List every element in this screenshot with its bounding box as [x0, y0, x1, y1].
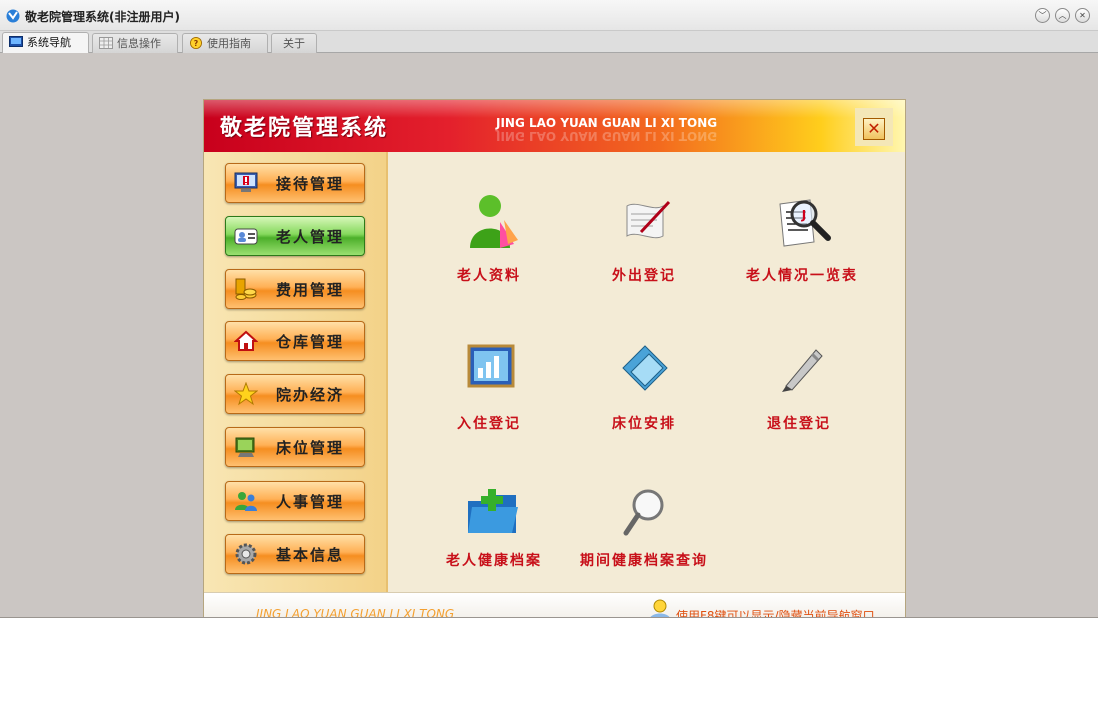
- window-title: 敬老院管理系统(非注册用户): [25, 10, 180, 24]
- navigation-panel: 敬老院管理系统 JING LAO YUAN GUAN LI XI TONG JI…: [203, 99, 906, 618]
- function-check-out[interactable]: 退住登记: [744, 342, 854, 437]
- pen-icon: [782, 349, 823, 392]
- function-label: 床位安排: [612, 416, 676, 432]
- sidebar-item-reception[interactable]: 接待管理: [225, 163, 365, 203]
- grid-icon: [99, 37, 113, 49]
- panel-close-button[interactable]: ✕: [855, 108, 893, 146]
- function-label: 老人情况一览表: [746, 268, 858, 284]
- chevron-up-icon: ︿: [1058, 11, 1067, 20]
- function-bed-arrangement[interactable]: 床位安排: [589, 342, 699, 437]
- sidebar-item-personnel[interactable]: 人事管理: [225, 481, 365, 521]
- tab-bar: 系统导航 信息操作 ? 使用指南 关于: [0, 31, 1098, 53]
- function-elder-overview[interactable]: J 老人情况一览表: [737, 192, 867, 287]
- search-icon: [623, 489, 664, 536]
- sidebar: 接待管理 老人管理 费用管理 仓库管理 院办经济 床位管理 人事管理 基本信息: [204, 152, 388, 592]
- minimize-button[interactable]: ﹀: [1035, 8, 1050, 23]
- function-health-records-query[interactable]: 期间健康档案查询: [574, 487, 714, 582]
- sidebar-item-label: 基本信息: [276, 546, 345, 564]
- function-check-in[interactable]: 入住登记: [434, 342, 544, 437]
- sidebar-item-label: 接待管理: [276, 175, 345, 193]
- sidebar-item-label: 院办经济: [276, 386, 345, 404]
- monitor-icon: [9, 36, 23, 47]
- tab-user-guide[interactable]: ? 使用指南: [182, 33, 268, 53]
- panel-header: 敬老院管理系统 JING LAO YUAN GUAN LI XI TONG JI…: [204, 100, 905, 152]
- reception-icon: [234, 172, 258, 192]
- cards-icon: [622, 345, 668, 391]
- app-window: 敬老院管理系统(非注册用户) ﹀ ︿ ✕ 系统导航 信息操作 ? 使用指南 关于…: [0, 0, 1098, 618]
- function-label: 老人健康档案: [446, 553, 542, 569]
- sidebar-item-label: 床位管理: [276, 439, 345, 457]
- assistant-icon: [650, 599, 670, 617]
- folder-add-icon: [468, 489, 518, 533]
- chevron-down-icon: ﹀: [1038, 11, 1047, 20]
- coins-icon: [235, 278, 257, 300]
- function-label: 入住登记: [457, 416, 521, 432]
- sidebar-item-fees[interactable]: 费用管理: [225, 269, 365, 309]
- close-icon: ✕: [863, 118, 885, 140]
- sidebar-item-economy[interactable]: 院办经济: [225, 374, 365, 414]
- sidebar-item-elder[interactable]: 老人管理: [225, 216, 365, 256]
- chart-board-icon: [467, 344, 515, 388]
- footer-hint: 使用F8键可以显示/隐藏当前导航窗口: [676, 609, 875, 618]
- close-window-button[interactable]: ✕: [1075, 8, 1090, 23]
- function-outing-registration[interactable]: 外出登记: [589, 192, 699, 287]
- function-health-records[interactable]: 老人健康档案: [434, 487, 554, 582]
- function-grid: 老人资料 外出登记 J 老人情况一览表 入住登记 床位安排 退住登记 老人健康档…: [388, 152, 905, 592]
- panel-footer: JING LAO YUAN GUAN LI XI TONG 使用F8键可以显示/…: [204, 592, 905, 618]
- sidebar-item-label: 费用管理: [276, 281, 345, 299]
- monitor-icon: [235, 437, 255, 457]
- gear-icon: [235, 543, 257, 565]
- sidebar-item-label: 仓库管理: [276, 333, 345, 351]
- svg-text:J: J: [801, 208, 806, 222]
- tab-label: 关于: [283, 37, 305, 50]
- sidebar-item-label: 老人管理: [276, 228, 345, 246]
- footer-subtitle: JING LAO YUAN GUAN LI XI TONG: [256, 607, 455, 618]
- panel-subtitle: JING LAO YUAN GUAN LI XI TONG: [496, 116, 718, 130]
- tab-label: 系统导航: [27, 36, 71, 49]
- user-profile-icon: [470, 195, 518, 248]
- tab-info-operation[interactable]: 信息操作: [92, 33, 178, 53]
- close-icon: ✕: [1079, 11, 1086, 20]
- function-label: 退住登记: [767, 416, 831, 432]
- panel-subtitle-reflection: JING LAO YUAN GUAN LI XI TONG: [496, 129, 718, 143]
- function-label: 外出登记: [612, 268, 676, 284]
- elder-card-icon: [234, 228, 258, 245]
- tab-about[interactable]: 关于: [271, 33, 317, 53]
- tab-system-navigation[interactable]: 系统导航: [2, 32, 89, 53]
- house-icon: [234, 330, 258, 351]
- function-elder-profile[interactable]: 老人资料: [434, 192, 544, 287]
- sidebar-item-label: 人事管理: [276, 493, 345, 511]
- function-label: 老人资料: [457, 268, 521, 284]
- tab-label: 信息操作: [117, 37, 161, 50]
- sidebar-item-beds[interactable]: 床位管理: [225, 427, 365, 467]
- people-icon: [235, 492, 257, 511]
- title-bar: 敬老院管理系统(非注册用户) ﹀ ︿ ✕: [0, 0, 1098, 31]
- app-logo-icon: [6, 9, 20, 23]
- help-icon: ?: [190, 37, 202, 49]
- tab-label: 使用指南: [207, 37, 251, 50]
- scroll-pen-icon: [626, 200, 671, 239]
- sidebar-item-basic-info[interactable]: 基本信息: [225, 534, 365, 574]
- magnifier-document-icon: J: [779, 199, 831, 247]
- panel-title: 敬老院管理系统: [220, 116, 389, 141]
- star-icon: [234, 382, 258, 406]
- sidebar-item-warehouse[interactable]: 仓库管理: [225, 321, 365, 361]
- function-label: 期间健康档案查询: [580, 553, 708, 569]
- maximize-button[interactable]: ︿: [1055, 8, 1070, 23]
- svg-text:?: ?: [194, 39, 198, 48]
